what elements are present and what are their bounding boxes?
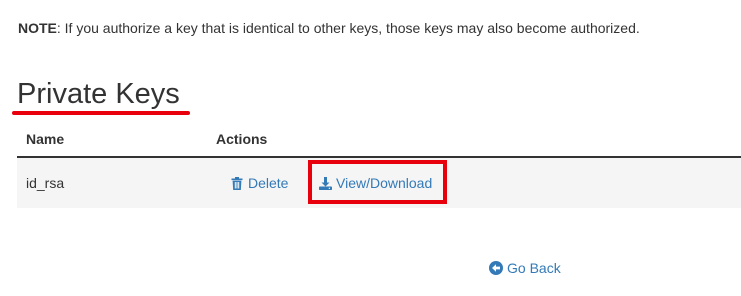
download-icon bbox=[318, 176, 332, 190]
delete-label: Delete bbox=[248, 175, 289, 191]
authorization-note: NOTE: If you authorize a key that is ide… bbox=[18, 19, 640, 37]
note-label: NOTE bbox=[18, 20, 57, 36]
view-download-label: View/Download bbox=[336, 175, 433, 191]
section-title-private-keys: Private Keys bbox=[17, 78, 180, 110]
table-row: id_rsa Delete View/Download bbox=[17, 158, 741, 208]
column-header-name: Name bbox=[26, 131, 65, 147]
trash-icon bbox=[230, 176, 244, 190]
key-name-cell: id_rsa bbox=[26, 175, 65, 191]
go-back-label: Go Back bbox=[507, 260, 561, 276]
table-header: Name Actions bbox=[17, 120, 741, 158]
arrow-circle-left-icon bbox=[489, 261, 503, 275]
column-header-actions: Actions bbox=[216, 131, 268, 147]
note-text: : If you authorize a key that is identic… bbox=[56, 20, 640, 36]
go-back-link[interactable]: Go Back bbox=[489, 259, 561, 277]
title-highlight-underline bbox=[12, 111, 190, 115]
view-download-key-link[interactable]: View/Download bbox=[318, 174, 432, 192]
delete-key-link[interactable]: Delete bbox=[230, 174, 288, 192]
private-keys-table: Name Actions id_rsa Delete View/Download bbox=[17, 120, 741, 208]
